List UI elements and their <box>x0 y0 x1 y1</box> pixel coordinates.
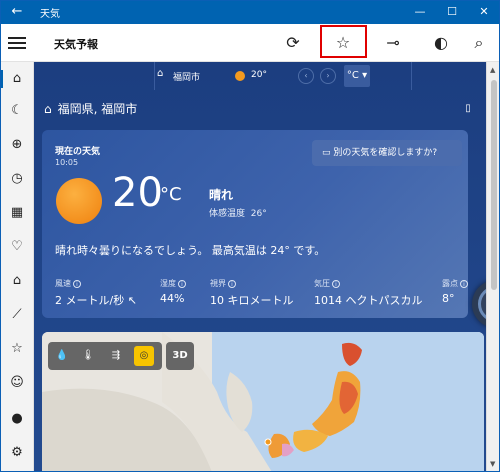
metric-value: 2 メートル/秒 ↖ <box>55 294 137 307</box>
metric-label: 風速 <box>55 279 71 288</box>
main-content: ⌂ 福岡市 20° ‹ › °C ▾ ⌂ 福岡県, 福岡市 ▯ 現在の天気 10:… <box>34 62 486 472</box>
metric-pressure: 気圧 i 1014 ヘクトパスカル <box>314 278 423 308</box>
pin-icon[interactable]: ⊸ <box>376 29 410 57</box>
metric-label: 気圧 <box>314 279 330 288</box>
location-city[interactable]: 福岡市 <box>173 70 200 83</box>
refresh-icon[interactable]: ⟳ <box>276 29 310 57</box>
window-title: 天気 <box>40 9 60 20</box>
metric-label: 視界 <box>210 279 226 288</box>
home-icon: ⌂ <box>44 102 52 116</box>
metric-wind: 風速 i 2 メートル/秒 ↖ <box>55 278 137 308</box>
globe-icon[interactable]: ⊕ <box>6 134 28 156</box>
favorites-list-icon[interactable]: ☆ <box>6 338 28 360</box>
cortana-assistant-button[interactable] <box>472 280 486 328</box>
metric-visibility: 視界 i 10 キロメートル <box>210 278 294 308</box>
places-icon[interactable]: ⌂ <box>6 270 28 292</box>
feedback-button[interactable]: ▭ 別の天気を確認しますか? <box>312 140 462 166</box>
metric-value: 8° <box>442 292 455 305</box>
metric-value: 44% <box>160 292 185 305</box>
sunny-icon <box>235 71 245 81</box>
metric-humidity: 湿度 i 44% <box>160 278 186 305</box>
current-time: 10:05 <box>55 158 79 167</box>
trend-chart-icon[interactable]: ⟋ <box>6 304 28 326</box>
hamburger-menu-icon[interactable] <box>8 34 26 52</box>
maps-icon[interactable]: ☾ <box>6 100 28 122</box>
location-bar: ⌂ 福岡市 20° ‹ › °C ▾ <box>154 62 412 90</box>
previous-location-button[interactable]: ‹ <box>298 68 314 84</box>
metric-label: 露点 <box>442 279 458 288</box>
back-button[interactable]: ← <box>6 3 28 21</box>
location-pin[interactable] <box>264 438 272 446</box>
app-toolbar: 天気予報 ⟳ ☆ ⊸ ◐ ⌕ <box>0 24 500 62</box>
precipitation-layer-icon[interactable]: 💧 <box>52 346 72 366</box>
dark-mode-icon[interactable]: ◐ <box>424 29 458 57</box>
history-clock-icon[interactable]: ◷ <box>6 168 28 190</box>
calendar-icon[interactable]: ▦ <box>6 202 28 224</box>
location-temp: 20° <box>251 70 267 80</box>
feels-like-label: 体感温度 <box>209 209 246 219</box>
title-bar: ← 天気 — ☐ ✕ <box>0 0 500 24</box>
app-name: 天気予報 <box>54 38 98 51</box>
left-sidebar: ⌂ ☾ ⊕ ◷ ▦ ♡ ⌂ ⟋ ☆ ☺ ● ⚙ <box>0 62 34 472</box>
wind-layer-icon[interactable]: ⇶ <box>106 346 126 366</box>
maximize-button[interactable]: ☐ <box>436 0 468 24</box>
account-avatar-icon[interactable]: ● <box>6 408 28 430</box>
vertical-scrollbar[interactable]: ▲ ▼ <box>486 62 500 472</box>
settings-gear-icon[interactable]: ⚙ <box>6 442 28 464</box>
phone-icon[interactable]: ▯ <box>460 100 476 118</box>
info-icon[interactable]: i <box>73 279 81 288</box>
map-3d-button[interactable]: 3D <box>166 342 194 370</box>
unit-selector[interactable]: °C ▾ <box>344 65 370 87</box>
assistant-ring <box>478 286 486 322</box>
next-location-button[interactable]: › <box>320 68 336 84</box>
current-weather-label: 現在の天気 <box>55 147 101 157</box>
info-icon[interactable]: i <box>178 279 186 288</box>
region-title: 福岡県, 福岡市 <box>57 102 138 116</box>
sun-icon <box>56 178 102 224</box>
weather-summary: 晴れ時々曇りになるでしょう。 最高気温は 24° です。 <box>55 244 326 257</box>
chat-icon: ▭ <box>322 148 331 158</box>
weather-condition: 晴れ <box>209 188 234 202</box>
weather-map[interactable]: 💧 🌡 ⇶ ◎ 3D <box>42 332 484 472</box>
search-icon[interactable]: ⌕ <box>462 29 496 57</box>
feels-like: 体感温度 26° <box>209 206 267 219</box>
air-quality-layer-icon[interactable]: ◎ <box>134 346 154 366</box>
minimize-button[interactable]: — <box>404 0 436 24</box>
metric-label: 湿度 <box>160 279 176 288</box>
scroll-up-icon[interactable]: ▲ <box>490 66 495 74</box>
close-button[interactable]: ✕ <box>468 0 500 24</box>
scroll-down-icon[interactable]: ▼ <box>490 460 495 468</box>
metric-value: 1014 ヘクトパスカル <box>314 294 423 307</box>
info-icon[interactable]: i <box>228 279 236 288</box>
forecast-home-icon[interactable]: ⌂ <box>6 68 28 90</box>
region-heading: ⌂ 福岡県, 福岡市 <box>44 100 137 117</box>
metric-dew-point: 露点 i 8° <box>442 278 468 305</box>
home-location-icon: ⌂ <box>157 68 164 79</box>
feedback-label: 別の天気を確認しますか? <box>333 148 438 158</box>
map-layer-toolbar: 💧 🌡 ⇶ ◎ <box>48 342 162 370</box>
current-weather-card: 現在の天気 10:05 ▭ 別の天気を確認しますか? 20 °C 晴れ 体感温度… <box>42 130 468 318</box>
info-icon[interactable]: i <box>332 279 340 288</box>
feels-like-value: 26° <box>250 209 267 219</box>
feedback-smiley-icon[interactable]: ☺ <box>6 372 28 394</box>
temperature-layer-icon[interactable]: 🌡 <box>78 346 98 366</box>
active-indicator <box>0 70 3 88</box>
scroll-thumb[interactable] <box>491 80 497 290</box>
info-icon[interactable]: i <box>460 279 468 288</box>
temperature-unit: °C <box>160 184 182 205</box>
favorite-highlight-box <box>320 25 367 58</box>
current-temperature: 20 <box>112 170 163 216</box>
metric-value: 10 キロメートル <box>210 294 294 307</box>
life-icon[interactable]: ♡ <box>6 236 28 258</box>
